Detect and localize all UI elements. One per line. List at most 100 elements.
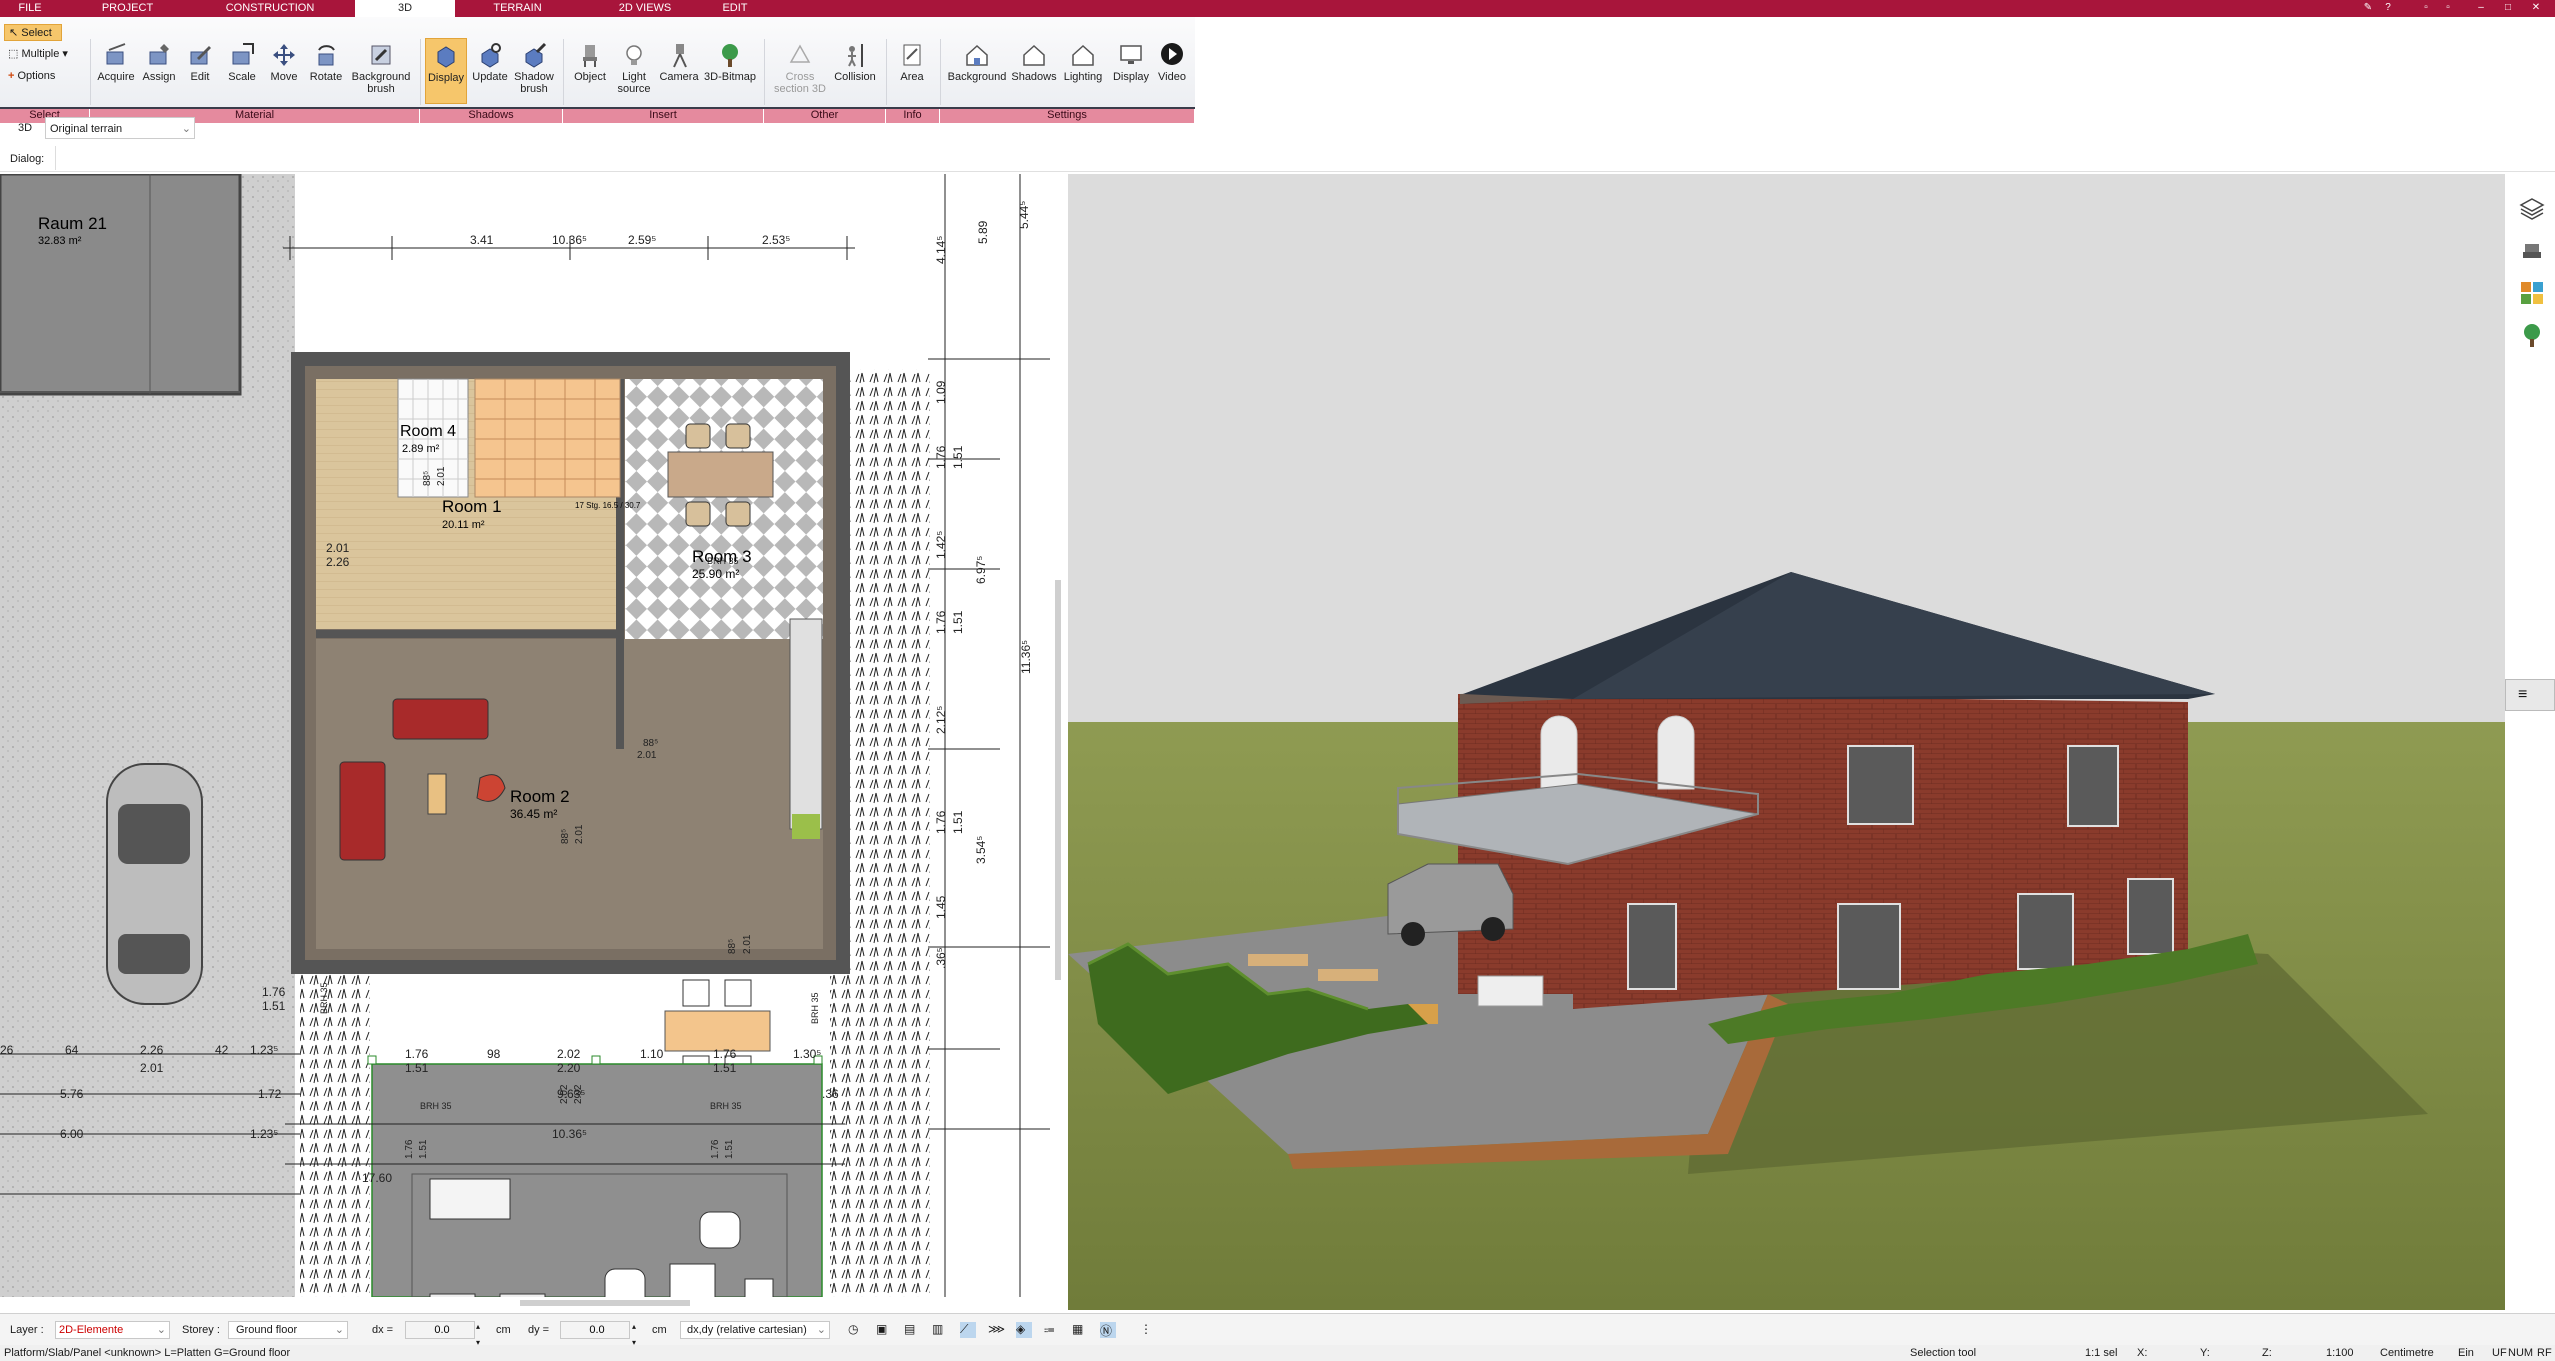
dimension-label: 2.01 xyxy=(140,1061,164,1075)
layer-select[interactable]: 2D-Elemente ⌄ xyxy=(55,1321,170,1339)
terrain-select[interactable]: Original terrain ⌄ xyxy=(45,117,195,139)
multiple-button[interactable]: ⬚ Multiple ▾ xyxy=(4,46,84,63)
dimension-label: 1.51 xyxy=(951,810,965,834)
snap-grid-diamond-icon[interactable]: ◈ xyxy=(1016,1322,1032,1338)
lighting-button[interactable]: Lighting xyxy=(1058,38,1108,83)
panel-collapse-handle[interactable]: ≡ xyxy=(2505,679,2555,711)
dimension-label: 5.89 xyxy=(976,220,990,244)
update-button[interactable]: Update xyxy=(468,38,512,83)
armchair[interactable] xyxy=(339,761,386,861)
y-coordinate: Y: xyxy=(2200,1347,2210,1359)
dimension-label: 1.76 xyxy=(405,1047,429,1061)
tab-edit[interactable]: EDIT xyxy=(720,0,750,17)
shadow-brush-button[interactable]: Shadow brush xyxy=(512,38,556,95)
rotate-label: Rotate xyxy=(309,71,343,83)
armchair-catalog-icon[interactable] xyxy=(2519,238,2545,264)
light-source-button[interactable]: Light source xyxy=(612,38,656,95)
layers-icon[interactable] xyxy=(2519,196,2545,222)
car-symbol[interactable] xyxy=(106,763,203,1005)
assign-label: Assign xyxy=(142,71,176,83)
view-mode-label: 3D xyxy=(18,122,33,134)
maximize-icon[interactable]: □ xyxy=(2502,2,2514,14)
rotate-button[interactable]: Rotate xyxy=(306,38,346,83)
3d-scene[interactable] xyxy=(1068,174,2505,1310)
plan-horizontal-scrollbar[interactable] xyxy=(520,1300,690,1306)
export-icon[interactable]: ▥ xyxy=(932,1322,948,1338)
area-label: Area xyxy=(900,71,924,83)
dialog-row: Dialog: xyxy=(0,146,2555,172)
dimension-label: .36⁵ xyxy=(934,947,948,969)
dy-input[interactable] xyxy=(560,1321,630,1339)
edit-button[interactable]: Edit xyxy=(180,38,220,83)
snap-parallel-icon[interactable]: ⩴ xyxy=(1044,1322,1060,1338)
acquire-button[interactable]: Acquire xyxy=(94,38,138,83)
options-button[interactable]: + Options xyxy=(4,68,84,85)
grid-icon[interactable]: ▦ xyxy=(1072,1322,1088,1338)
bitmap-3d-button[interactable]: 3D-Bitmap xyxy=(702,38,758,83)
plan-vertical-scrollbar[interactable] xyxy=(1055,580,1061,980)
tab-construction[interactable]: CONSTRUCTION xyxy=(195,0,345,17)
display-settings-button[interactable]: Display xyxy=(1108,38,1154,83)
camera-button[interactable]: Camera xyxy=(656,38,702,83)
help-icon[interactable]: ? xyxy=(2382,2,2394,14)
select-button[interactable]: ↖ Select xyxy=(4,24,62,41)
3d-view[interactable] xyxy=(1068,174,2505,1310)
minimize-icon[interactable]: – xyxy=(2475,2,2487,14)
window-tile-icon[interactable]: ▫ xyxy=(2420,2,2432,14)
shadows-settings-button[interactable]: Shadows xyxy=(1010,38,1058,83)
door-label: 1.76 xyxy=(710,1139,721,1159)
door-label: 1.76 xyxy=(404,1139,415,1159)
print-preview-icon[interactable]: ▤ xyxy=(904,1322,920,1338)
tab-project[interactable]: PROJECT xyxy=(70,0,185,17)
clock-icon[interactable]: ◷ xyxy=(848,1322,864,1338)
selection-info: Platform/Slab/Panel <unknown> L=Platten … xyxy=(4,1347,291,1359)
dining-table[interactable] xyxy=(667,451,774,498)
acquire-icon xyxy=(106,43,126,65)
scale-button[interactable]: Scale xyxy=(222,38,262,83)
lighting-house-icon xyxy=(1072,44,1094,66)
tab-file[interactable]: FILE xyxy=(0,0,60,17)
door-label: 2.01 xyxy=(326,541,350,555)
plus-icon: + xyxy=(8,70,15,82)
materials-icon[interactable] xyxy=(2519,280,2545,306)
north-icon[interactable]: Ⓝ xyxy=(1100,1322,1116,1338)
floor-plan-canvas[interactable]: Raum 21 32.83 m² 17 Stg. 16.5 / 30.7 Roo… xyxy=(0,174,1068,1297)
dimension-label: 1.51 xyxy=(713,1061,737,1075)
sofa[interactable] xyxy=(392,698,489,740)
bench[interactable] xyxy=(429,1178,511,1220)
room-area: 2.89 m² xyxy=(402,443,440,455)
snap-line-icon[interactable]: ⋙ xyxy=(988,1322,1005,1338)
object-button[interactable]: Object xyxy=(568,38,612,83)
more-options-icon[interactable]: ⋮ xyxy=(1140,1322,1156,1338)
area-button[interactable]: Area xyxy=(890,38,934,83)
tab-terrain[interactable]: TERRAIN xyxy=(465,0,570,17)
dimension-label: 1.51 xyxy=(405,1061,429,1075)
tools-icon[interactable]: ✎ xyxy=(2362,2,2374,14)
floor-plan-view[interactable]: Raum 21 32.83 m² 17 Stg. 16.5 / 30.7 Roo… xyxy=(0,174,1068,1297)
plants-icon[interactable] xyxy=(2519,322,2545,348)
collision-button[interactable]: Collision xyxy=(830,38,880,83)
assign-button[interactable]: Assign xyxy=(138,38,180,83)
snap-angle-icon[interactable]: ⟋ xyxy=(960,1322,976,1338)
tab-2d-views[interactable]: 2D VIEWS xyxy=(580,0,710,17)
door-label: 1.76 xyxy=(262,985,286,999)
storey-select[interactable]: Ground floor ⌄ xyxy=(228,1321,348,1339)
coordinate-mode-select[interactable]: dx,dy (relative cartesian) ⌄ xyxy=(680,1321,830,1339)
window-cascade-icon[interactable]: ▫ xyxy=(2442,2,2454,14)
cross-section-3d-button[interactable]: Cross section 3D xyxy=(770,38,830,95)
screen-capture-icon[interactable]: ▣ xyxy=(876,1322,892,1338)
patio-table[interactable] xyxy=(664,1010,771,1052)
dx-input[interactable] xyxy=(405,1321,475,1339)
background-button[interactable]: Background xyxy=(944,38,1010,83)
background-brush-button[interactable]: Background brush xyxy=(348,38,414,95)
close-icon[interactable]: ✕ xyxy=(2530,2,2542,14)
unit: Centimetre xyxy=(2380,1347,2434,1359)
move-button[interactable]: Move xyxy=(264,38,304,83)
dy-label: dy = xyxy=(528,1324,550,1336)
display-shadows-button[interactable]: Display xyxy=(425,38,467,104)
multiple-icon: ⬚ xyxy=(8,48,19,60)
dimension-label: 2.53⁵ xyxy=(762,233,790,247)
tab-3d[interactable]: 3D xyxy=(355,0,455,17)
video-button[interactable]: Video xyxy=(1154,38,1190,83)
door-label: 88⁵ xyxy=(643,738,658,749)
